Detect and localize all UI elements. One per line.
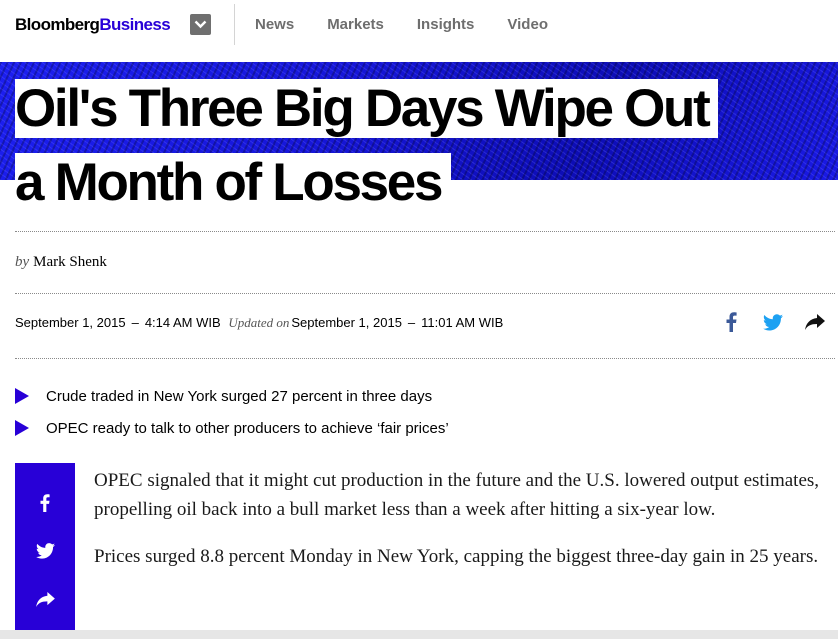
- nav-item-insights[interactable]: Insights: [417, 14, 475, 36]
- dash: –: [131, 315, 139, 330]
- list-item: OPEC ready to talk to other producers to…: [15, 417, 449, 439]
- divider: [15, 358, 835, 359]
- share-arrow-icon: [805, 314, 825, 330]
- list-item: Crude traded in New York surged 27 perce…: [15, 385, 449, 407]
- updated-label: Updated on: [228, 315, 290, 330]
- twitter-share-button[interactable]: [15, 535, 75, 567]
- nav-divider: [234, 4, 235, 45]
- paragraph: OPEC signaled that it might cut producti…: [94, 470, 820, 520]
- logo-text-business: Business: [99, 15, 171, 34]
- page: BloombergBusiness News Markets Insights …: [0, 0, 838, 639]
- nav-item-news[interactable]: News: [255, 14, 294, 36]
- article-body: OPEC signaled that it might cut producti…: [94, 466, 832, 589]
- updated-time: 11:01 AM WIB: [421, 315, 504, 330]
- more-share-button[interactable]: [15, 583, 75, 615]
- facebook-share-button[interactable]: [710, 311, 752, 333]
- bloomberg-business-logo[interactable]: BloombergBusiness: [15, 14, 171, 36]
- timestamp: September 1, 2015–4:14 AM WIB Updated on…: [15, 315, 503, 331]
- byline: by Mark Shenk: [15, 254, 107, 271]
- bullet-triangle-icon: [15, 388, 29, 404]
- headline-line-1: Oil's Three Big Days Wipe Out: [15, 79, 719, 138]
- published-time: 4:14 AM WIB: [144, 315, 221, 330]
- nav-item-video[interactable]: Video: [507, 14, 548, 36]
- site-header: BloombergBusiness News Markets Insights …: [0, 0, 838, 50]
- bullet-text: Crude traded in New York surged 27 perce…: [46, 387, 433, 405]
- facebook-icon: [726, 312, 737, 332]
- headline-line-2: a Month of Losses: [15, 153, 452, 212]
- share-arrow-icon: [35, 591, 55, 607]
- bullet-text: OPEC ready to talk to other producers to…: [46, 419, 449, 437]
- divider: [15, 293, 835, 294]
- author-link[interactable]: Mark Shenk: [33, 254, 107, 270]
- twitter-icon: [35, 543, 55, 559]
- paragraph: Prices surged 8.8 percent Monday in New …: [94, 546, 819, 567]
- bullet-triangle-icon: [15, 420, 29, 436]
- logo-text-bloomberg: Bloomberg: [15, 15, 100, 34]
- facebook-icon: [40, 494, 50, 512]
- more-share-button[interactable]: [794, 311, 836, 333]
- divider: [15, 231, 835, 232]
- share-bar: [710, 311, 836, 333]
- horizontal-scrollbar[interactable]: [0, 630, 838, 639]
- chevron-down-icon: [194, 20, 207, 29]
- nav-item-markets[interactable]: Markets: [327, 14, 384, 36]
- section-menu-button[interactable]: [190, 14, 211, 35]
- dash: –: [407, 315, 416, 330]
- facebook-share-button[interactable]: [15, 487, 75, 519]
- byline-prefix: by: [15, 254, 30, 270]
- article-headline: Oil's Three Big Days Wipe Out a Month of…: [15, 72, 825, 220]
- published-date: September 1, 2015: [15, 315, 126, 330]
- updated-date: September 1, 2015: [291, 315, 402, 330]
- main-nav: News Markets Insights Video: [255, 14, 581, 36]
- key-points: Crude traded in New York surged 27 perce…: [15, 385, 449, 449]
- twitter-icon: [763, 313, 783, 330]
- twitter-share-button[interactable]: [752, 311, 794, 333]
- sticky-share-bar: [15, 463, 75, 639]
